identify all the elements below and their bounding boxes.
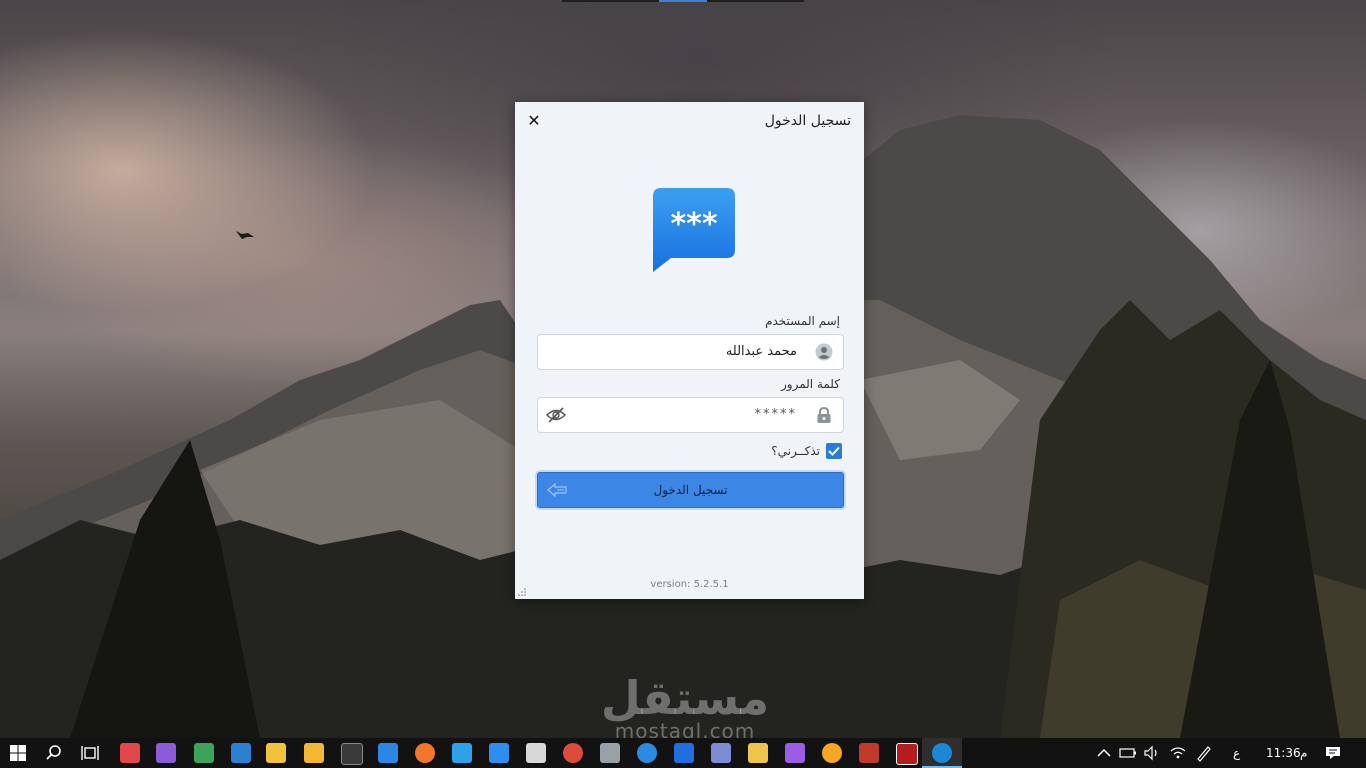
active-app-icon[interactable]: [932, 743, 952, 763]
username-value: محمد عبدالله: [725, 344, 797, 359]
app-target-icon[interactable]: [822, 743, 842, 763]
rider-icon[interactable]: [896, 743, 918, 765]
wifi-icon[interactable]: [1168, 743, 1188, 763]
password-value: *****: [754, 407, 797, 422]
battery-icon[interactable]: [1118, 743, 1138, 763]
login-dialog: تسجيل الدخول ✕ *** إسم المستخدم محمد عبد…: [515, 102, 864, 599]
password-field[interactable]: *****: [537, 397, 844, 433]
database-icon[interactable]: [600, 743, 620, 763]
logo-text: ***: [670, 207, 717, 242]
version-text: version: 5.2.5.1: [650, 579, 729, 590]
app-ship-icon[interactable]: [711, 743, 731, 763]
eye-slash-icon[interactable]: [546, 406, 566, 424]
login-button-label: تسجيل الدخول: [653, 483, 728, 497]
dialog-title: تسجيل الدخول: [764, 113, 851, 129]
vs-preview-icon[interactable]: [785, 743, 805, 763]
chevron-up-icon[interactable]: [1094, 743, 1114, 763]
username-label: إسم المستخدم: [765, 314, 840, 328]
search-icon[interactable]: [44, 743, 64, 763]
sticky-app-icon[interactable]: [304, 743, 324, 763]
remember-label: تذكــرني؟: [771, 444, 820, 458]
taskbar: ع 11:36 م: [0, 738, 1366, 768]
remote-app-icon[interactable]: [452, 743, 472, 763]
notifications-icon[interactable]: [1323, 743, 1343, 763]
login-button[interactable]: تسجيل الدخول: [537, 472, 844, 508]
file-app-icon[interactable]: [748, 743, 768, 763]
clock-time[interactable]: 11:36: [1266, 738, 1301, 768]
clock-ampm: م: [1300, 746, 1308, 760]
chrome-icon[interactable]: [563, 743, 583, 763]
visual-studio-icon[interactable]: [156, 743, 176, 763]
messenger-icon[interactable]: [637, 743, 657, 763]
close-icon: ✕: [527, 111, 541, 130]
qt-icon[interactable]: [194, 743, 214, 763]
bluetooth-icon[interactable]: [674, 743, 694, 763]
remember-me[interactable]: تذكــرني؟: [771, 442, 842, 460]
watermark-arabic: مستقل: [600, 671, 770, 725]
pen-icon[interactable]: [1194, 743, 1214, 763]
zoom-icon[interactable]: [489, 743, 509, 763]
checkmark-icon: [828, 446, 840, 456]
lock-icon: [817, 406, 831, 423]
app-p-icon[interactable]: [120, 743, 140, 763]
todo-check-icon[interactable]: [378, 743, 398, 763]
user-icon: [815, 343, 833, 361]
window-app-icon[interactable]: [526, 743, 546, 763]
app-logo-chat-icon: ***: [653, 188, 735, 272]
close-button[interactable]: ✕: [527, 112, 541, 130]
watermark: مستقل mostaql.com: [600, 675, 770, 741]
password-label: كلمة المرور: [780, 377, 840, 391]
task-view-icon[interactable]: [80, 743, 100, 763]
resize-grip-icon[interactable]: [518, 588, 526, 596]
language-indicator[interactable]: ع: [1233, 738, 1240, 768]
terminal-icon[interactable]: [341, 743, 363, 765]
top-window-strip: [562, 0, 804, 2]
windows-start-icon[interactable]: [8, 743, 28, 763]
app-star-icon[interactable]: [231, 743, 251, 763]
store-icon[interactable]: [266, 743, 286, 763]
remember-checkbox[interactable]: [826, 443, 842, 459]
volume-icon[interactable]: [1142, 743, 1162, 763]
app-tool-icon[interactable]: [859, 743, 879, 763]
username-field[interactable]: محمد عبدالله: [537, 334, 844, 370]
firefox-icon[interactable]: [415, 743, 435, 763]
